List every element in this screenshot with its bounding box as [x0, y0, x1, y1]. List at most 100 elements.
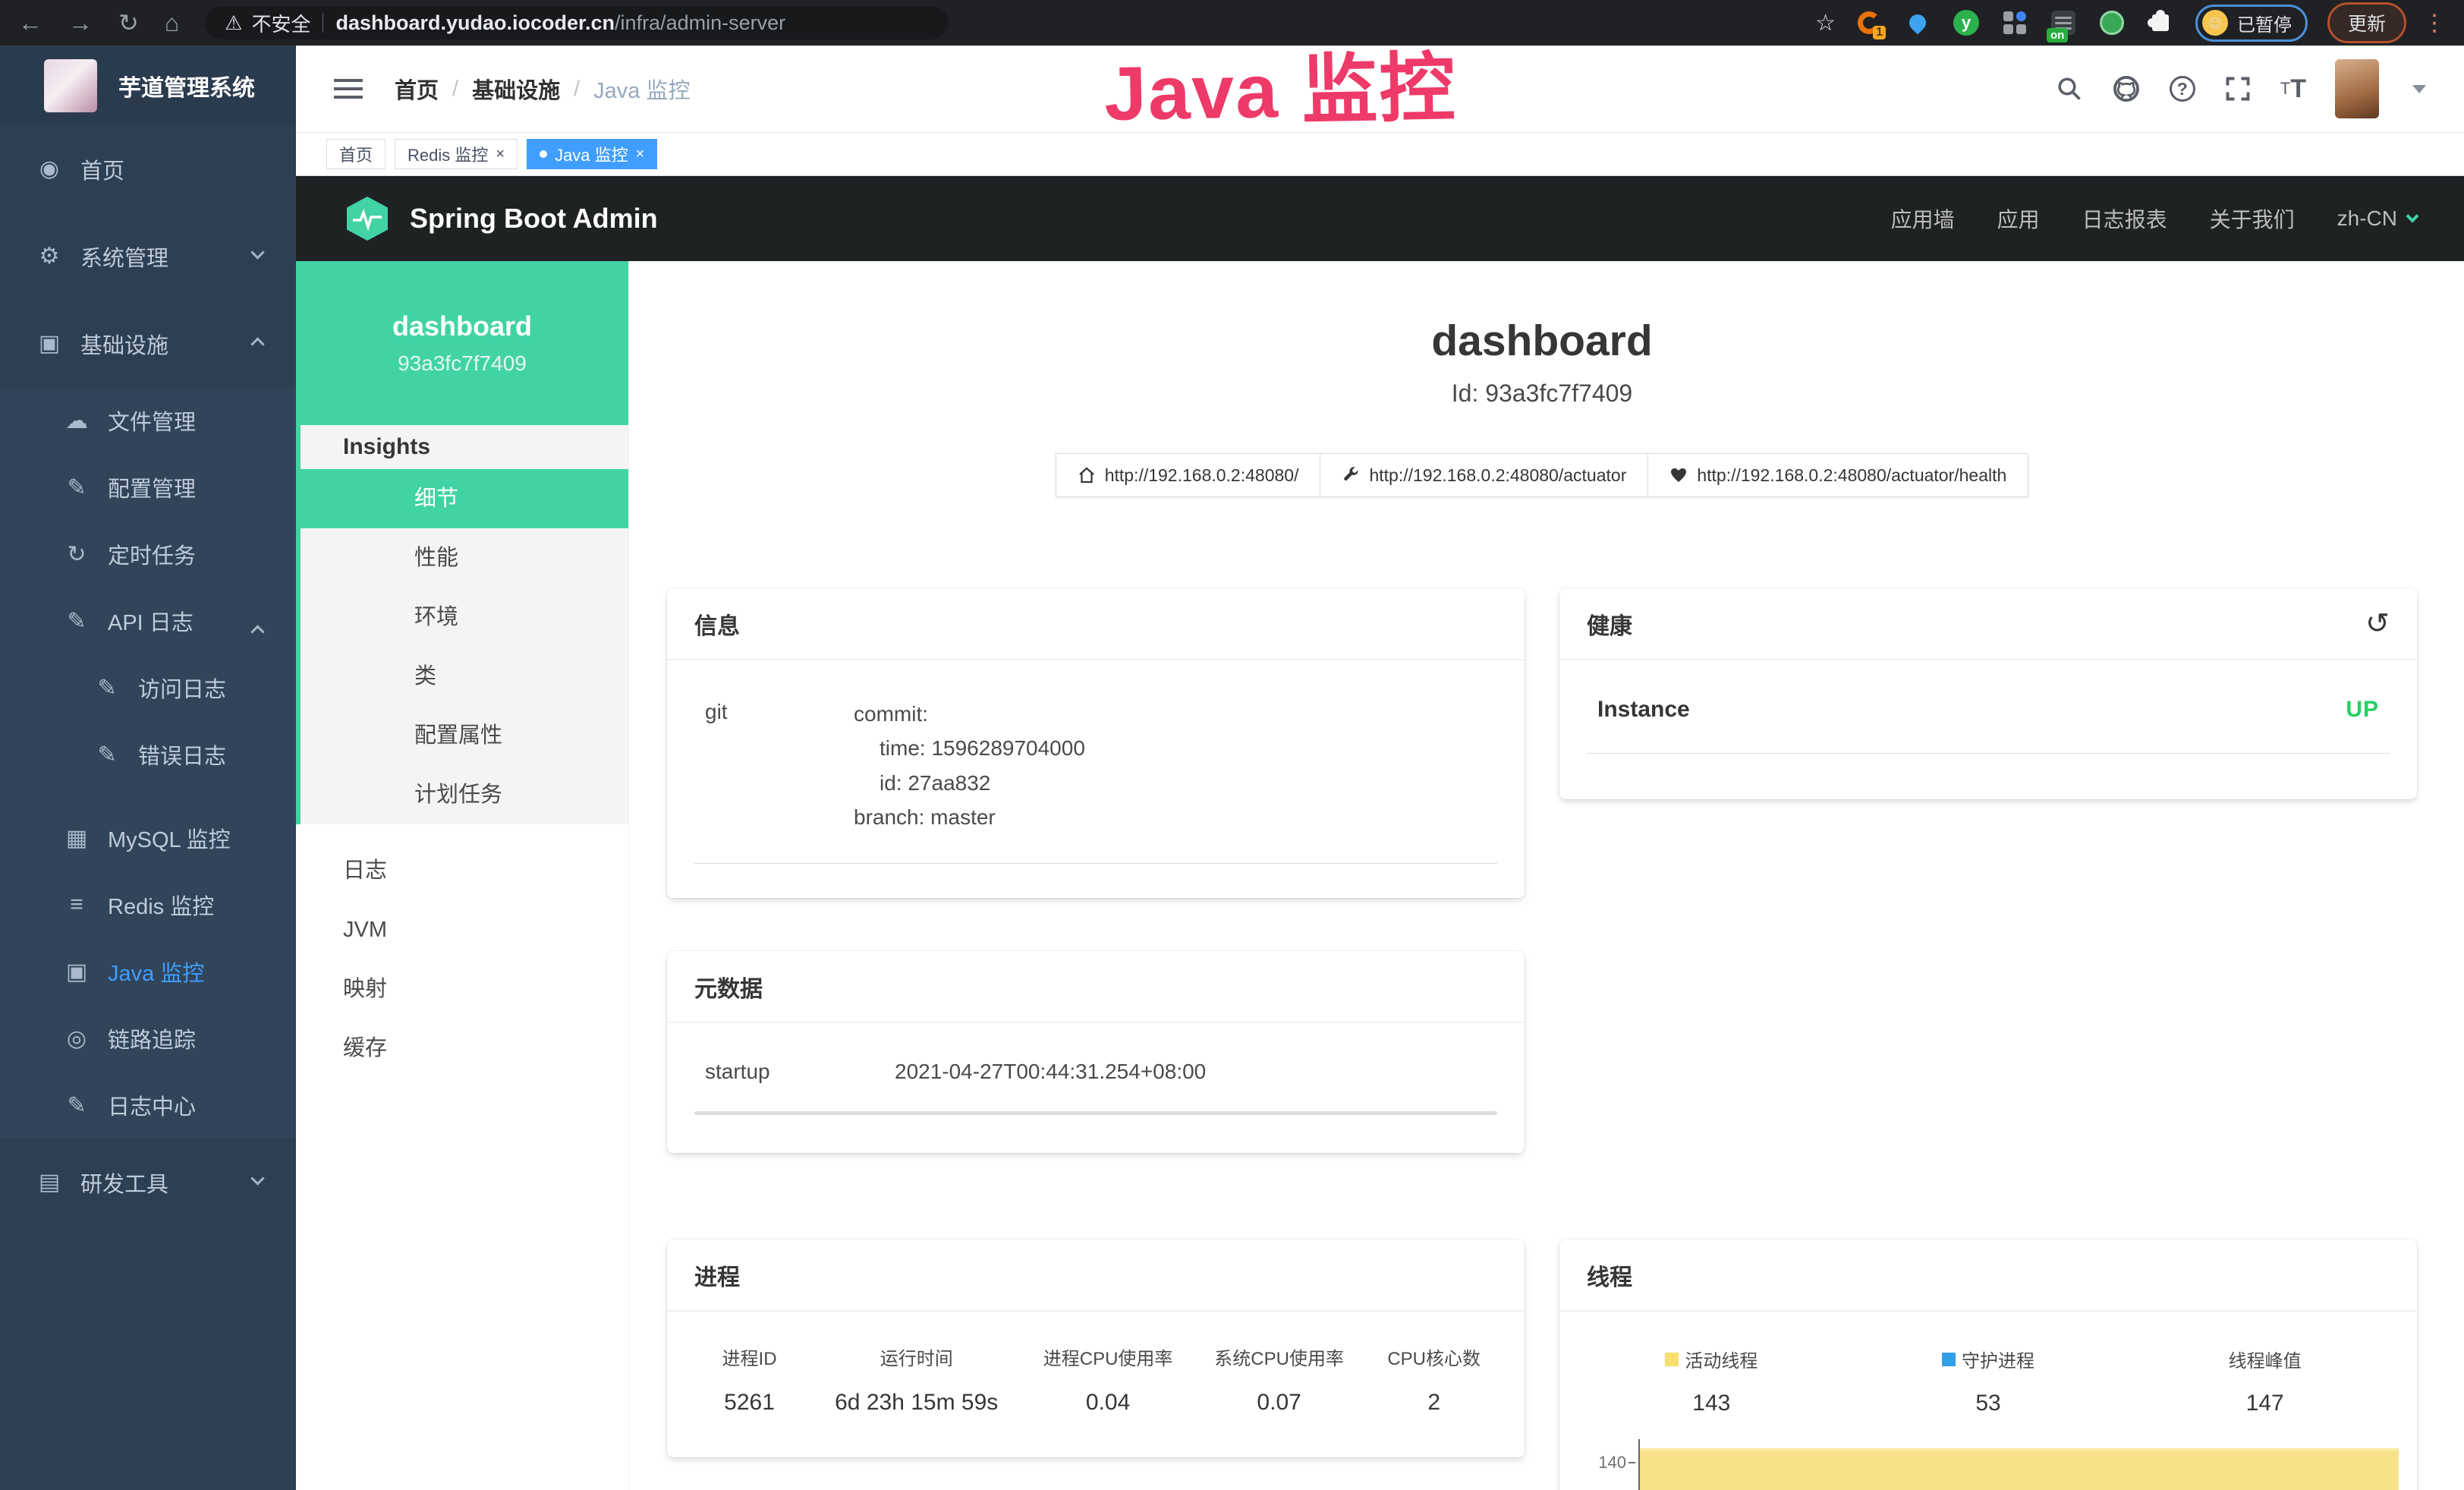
- hamburger-icon[interactable]: [334, 87, 363, 90]
- sidebar-item-jobs[interactable]: ↻ 定时任务: [0, 521, 296, 587]
- extension-green-icon[interactable]: [2098, 9, 2126, 36]
- sba-nav-wallboard[interactable]: 应用墙: [1891, 203, 1955, 234]
- forward-icon[interactable]: →: [68, 0, 93, 46]
- metadata-row: startup 2021-04-27T00:44:31.254+08:00: [694, 1060, 1497, 1084]
- sba-menu-scheduled[interactable]: 计划任务: [301, 765, 628, 824]
- extension-y-icon[interactable]: y: [1953, 9, 1980, 36]
- sidebar-item-infra[interactable]: ▣ 基础设施: [0, 300, 296, 387]
- sba-menu-metrics[interactable]: 性能: [301, 528, 628, 587]
- sba-menu-jvm[interactable]: JVM: [296, 900, 628, 959]
- close-icon[interactable]: ×: [636, 146, 645, 163]
- monitor-icon: ▣: [32, 330, 67, 357]
- health-url-link[interactable]: http://192.168.0.2:48080/actuator/health: [1647, 454, 2028, 496]
- service-url-link[interactable]: http://192.168.0.2:48080/: [1056, 454, 1320, 496]
- insights-label: Insights: [301, 425, 628, 469]
- breadcrumb-home[interactable]: 首页: [395, 73, 439, 105]
- active-dot: [540, 150, 547, 158]
- sba-insights-group: Insights 细节 性能 环境 类 配置属性 计划任务: [296, 425, 628, 824]
- sba-menu-classes[interactable]: 类: [301, 647, 628, 706]
- tag-java-monitor[interactable]: Java 监控 ×: [527, 139, 657, 169]
- sba-menu-env[interactable]: 环境: [301, 587, 628, 647]
- infra-submenu: ☁ 文件管理 ✎ 配置管理 ↻ 定时任务 ✎ API 日志 ✎ 访问日志 ✎ 错…: [0, 387, 296, 1139]
- wrench-icon: [1342, 466, 1360, 484]
- update-button[interactable]: 更新: [2327, 2, 2406, 43]
- sidebar-item-log-center[interactable]: ✎ 日志中心: [0, 1072, 296, 1139]
- extension-onoff-icon[interactable]: on: [2050, 9, 2077, 36]
- health-card-title: 健康: [1587, 607, 1632, 641]
- sba-menu-details[interactable]: 细节: [301, 469, 628, 528]
- table-icon: ▦: [59, 825, 94, 852]
- log-icon: ✎: [59, 608, 94, 635]
- extension-grid-icon[interactable]: [2001, 9, 2028, 36]
- browser-menu-icon[interactable]: ⋮: [2423, 10, 2446, 36]
- layers-icon: ≡: [59, 892, 94, 918]
- search-icon[interactable]: [2056, 75, 2083, 102]
- briefcase-icon: ▤: [32, 1169, 67, 1195]
- sba-menu-caches[interactable]: 缓存: [296, 1019, 628, 1078]
- chevron-up-icon: [250, 625, 264, 638]
- font-size-icon[interactable]: TT: [2280, 74, 2306, 104]
- breadcrumb-infra[interactable]: 基础设施: [472, 73, 560, 105]
- actuator-url-link[interactable]: http://192.168.0.2:48080/actuator: [1320, 454, 1647, 496]
- app-logo: [44, 59, 97, 112]
- bookmark-star-icon[interactable]: ☆: [1815, 10, 1836, 36]
- back-icon[interactable]: ←: [18, 0, 42, 46]
- extension-sessionbox-icon[interactable]: 1: [1855, 9, 1883, 36]
- metadata-card-title: 元数据: [694, 970, 763, 1003]
- sidebar-item-error-log[interactable]: ✎ 错误日志: [0, 721, 296, 788]
- github-icon[interactable]: [2112, 74, 2141, 103]
- reload-icon[interactable]: ↻: [118, 0, 139, 46]
- threads-card: 线程 活动线程 143 守护进程: [1559, 1240, 2417, 1490]
- dashboard-icon: ◉: [32, 156, 67, 182]
- avatar[interactable]: [2335, 59, 2379, 118]
- sidebar-item-mysql[interactable]: ▦ MySQL 监控: [0, 805, 296, 871]
- legend-square-daemon: [1942, 1353, 1956, 1366]
- horizontal-scrollbar[interactable]: [694, 1111, 1497, 1115]
- tag-redis-monitor[interactable]: Redis 监控 ×: [395, 139, 518, 169]
- sidebar-item-devtools[interactable]: ▤ 研发工具: [0, 1139, 296, 1226]
- close-icon[interactable]: ×: [496, 146, 505, 163]
- sba-menu-mappings[interactable]: 映射: [296, 959, 628, 1019]
- sba-locale-select[interactable]: zh-CN: [2337, 206, 2417, 231]
- security-label: 不安全: [251, 9, 310, 37]
- profile-paused-chip[interactable]: ☺ 已暂停: [2195, 5, 2308, 42]
- sidebar-item-java-monitor[interactable]: ▣ Java 监控: [0, 938, 296, 1005]
- tag-home[interactable]: 首页: [326, 139, 385, 169]
- sba-instance-header[interactable]: dashboard 93a3fc7f7409: [296, 261, 628, 425]
- sba-brand[interactable]: Spring Boot Admin: [343, 194, 658, 243]
- sba-nav-applications[interactable]: 应用: [1997, 203, 2040, 234]
- history-icon[interactable]: ↺: [2365, 610, 2390, 638]
- sidebar-item-system[interactable]: ⚙ 系统管理: [0, 213, 296, 300]
- sidebar-item-api-log[interactable]: ✎ API 日志: [0, 587, 296, 654]
- sba-menu-logs[interactable]: 日志: [296, 841, 628, 900]
- sba-navbar: Spring Boot Admin 应用墙 应用 日志报表 关于我们 zh-CN: [296, 176, 2464, 261]
- sidebar-item-redis[interactable]: ≡ Redis 监控: [0, 871, 296, 938]
- process-table: 进程ID5261 运行时间6d 23h 15m 59s 进程CPU使用率0.04…: [682, 1344, 1509, 1416]
- fullscreen-icon[interactable]: [2224, 75, 2252, 102]
- extension-pin-icon[interactable]: [1904, 9, 1931, 36]
- sba-nav-journal[interactable]: 日志报表: [2082, 203, 2167, 234]
- metadata-card: 元数据 startup 2021-04-27T00:44:31.254+08:0…: [667, 951, 1525, 1153]
- legend-square-active: [1665, 1353, 1679, 1366]
- page-subtitle: Id: 93a3fc7f7409: [667, 380, 2417, 408]
- sba-nav-about[interactable]: 关于我们: [2210, 203, 2295, 234]
- health-instance-row[interactable]: Instance UP: [1587, 697, 2390, 754]
- instance-name: dashboard: [392, 310, 532, 342]
- sidebar-item-tracing[interactable]: ◎ 链路追踪: [0, 1005, 296, 1072]
- main-area: 首页 / 基础设施 / Java 监控 ? TT 首页 Redi: [296, 46, 2464, 1490]
- url-path: /infra/admin-server: [615, 11, 785, 35]
- eye-icon: ◎: [59, 1025, 94, 1052]
- url-bar[interactable]: ⚠ 不安全 dashboard.yudao.iocoder.cn /infra/…: [205, 6, 949, 39]
- chevron-down-icon: [250, 1171, 264, 1185]
- sidebar-item-home[interactable]: ◉ 首页: [0, 125, 296, 213]
- sidebar-item-config[interactable]: ✎ 配置管理: [0, 454, 296, 521]
- sidebar-item-access-log[interactable]: ✎ 访问日志: [0, 654, 296, 721]
- extension-puzzle-icon[interactable]: [2147, 9, 2174, 36]
- chevron-down-icon[interactable]: [2412, 85, 2426, 93]
- sba-menu-configprops[interactable]: 配置属性: [301, 706, 628, 765]
- home-icon[interactable]: ⌂: [165, 0, 179, 46]
- help-icon[interactable]: ?: [2170, 76, 2195, 102]
- sidebar-item-files[interactable]: ☁ 文件管理: [0, 387, 296, 454]
- emoji-face-icon: ☺: [2202, 10, 2228, 36]
- sba-content: dashboard Id: 93a3fc7f7409 http://192.16…: [629, 261, 2464, 1490]
